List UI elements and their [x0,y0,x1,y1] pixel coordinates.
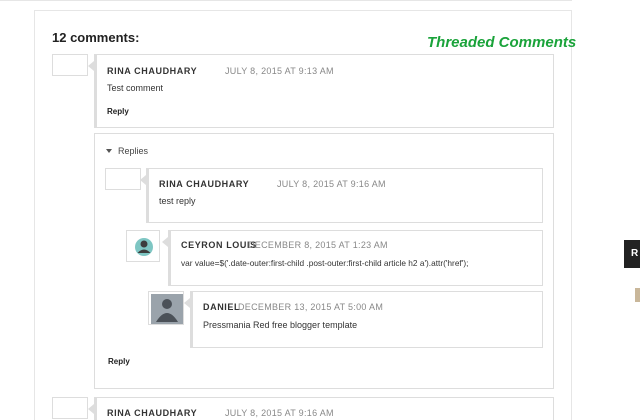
avatar[interactable] [105,168,141,190]
comment-author[interactable]: RINA CHAUDHARY [107,408,197,418]
reply-author[interactable]: DANIEL [203,302,240,312]
sidebar-thumbnail[interactable] [635,288,640,302]
user-photo-icon [151,294,183,324]
reply-author[interactable]: CEYRON LOUIS [181,240,257,250]
avatar[interactable] [52,54,88,76]
threaded-comments-watermark: Threaded Comments [427,34,577,51]
caret-down-icon [106,149,112,153]
avatar[interactable] [52,397,88,419]
reply-text: Pressmania Red free blogger template [203,320,358,330]
avatar[interactable] [126,230,160,262]
top-divider [0,0,572,1]
comment-date[interactable]: JULY 8, 2015 AT 9:13 AM [225,66,334,76]
reply-author[interactable]: RINA CHAUDHARY [159,179,249,189]
sidebar-badge[interactable]: R [624,240,640,268]
reply-text: var value=$('.date-outer:first-child .po… [181,258,469,268]
comments-count-heading: 12 comments: [52,30,140,45]
reply-date[interactable]: DECEMBER 13, 2015 AT 5:00 AM [238,302,383,312]
user-avatar-icon [135,238,153,256]
avatar[interactable] [148,291,184,325]
reply-date[interactable]: JULY 8, 2015 AT 9:16 AM [277,179,386,189]
comment-author[interactable]: RINA CHAUDHARY [107,66,197,76]
comment-text: Test comment [107,83,164,93]
reply-card [140,168,543,223]
reply-date[interactable]: DECEMBER 8, 2015 AT 1:23 AM [248,240,388,250]
replies-toggle[interactable]: Replies [106,146,148,156]
reply-text: test reply [159,196,196,206]
comment-date[interactable]: JULY 8, 2015 AT 9:16 AM [225,408,334,418]
replies-label: Replies [118,146,149,156]
reply-link[interactable]: Reply [107,107,129,116]
thread-reply-link[interactable]: Reply [108,357,130,366]
